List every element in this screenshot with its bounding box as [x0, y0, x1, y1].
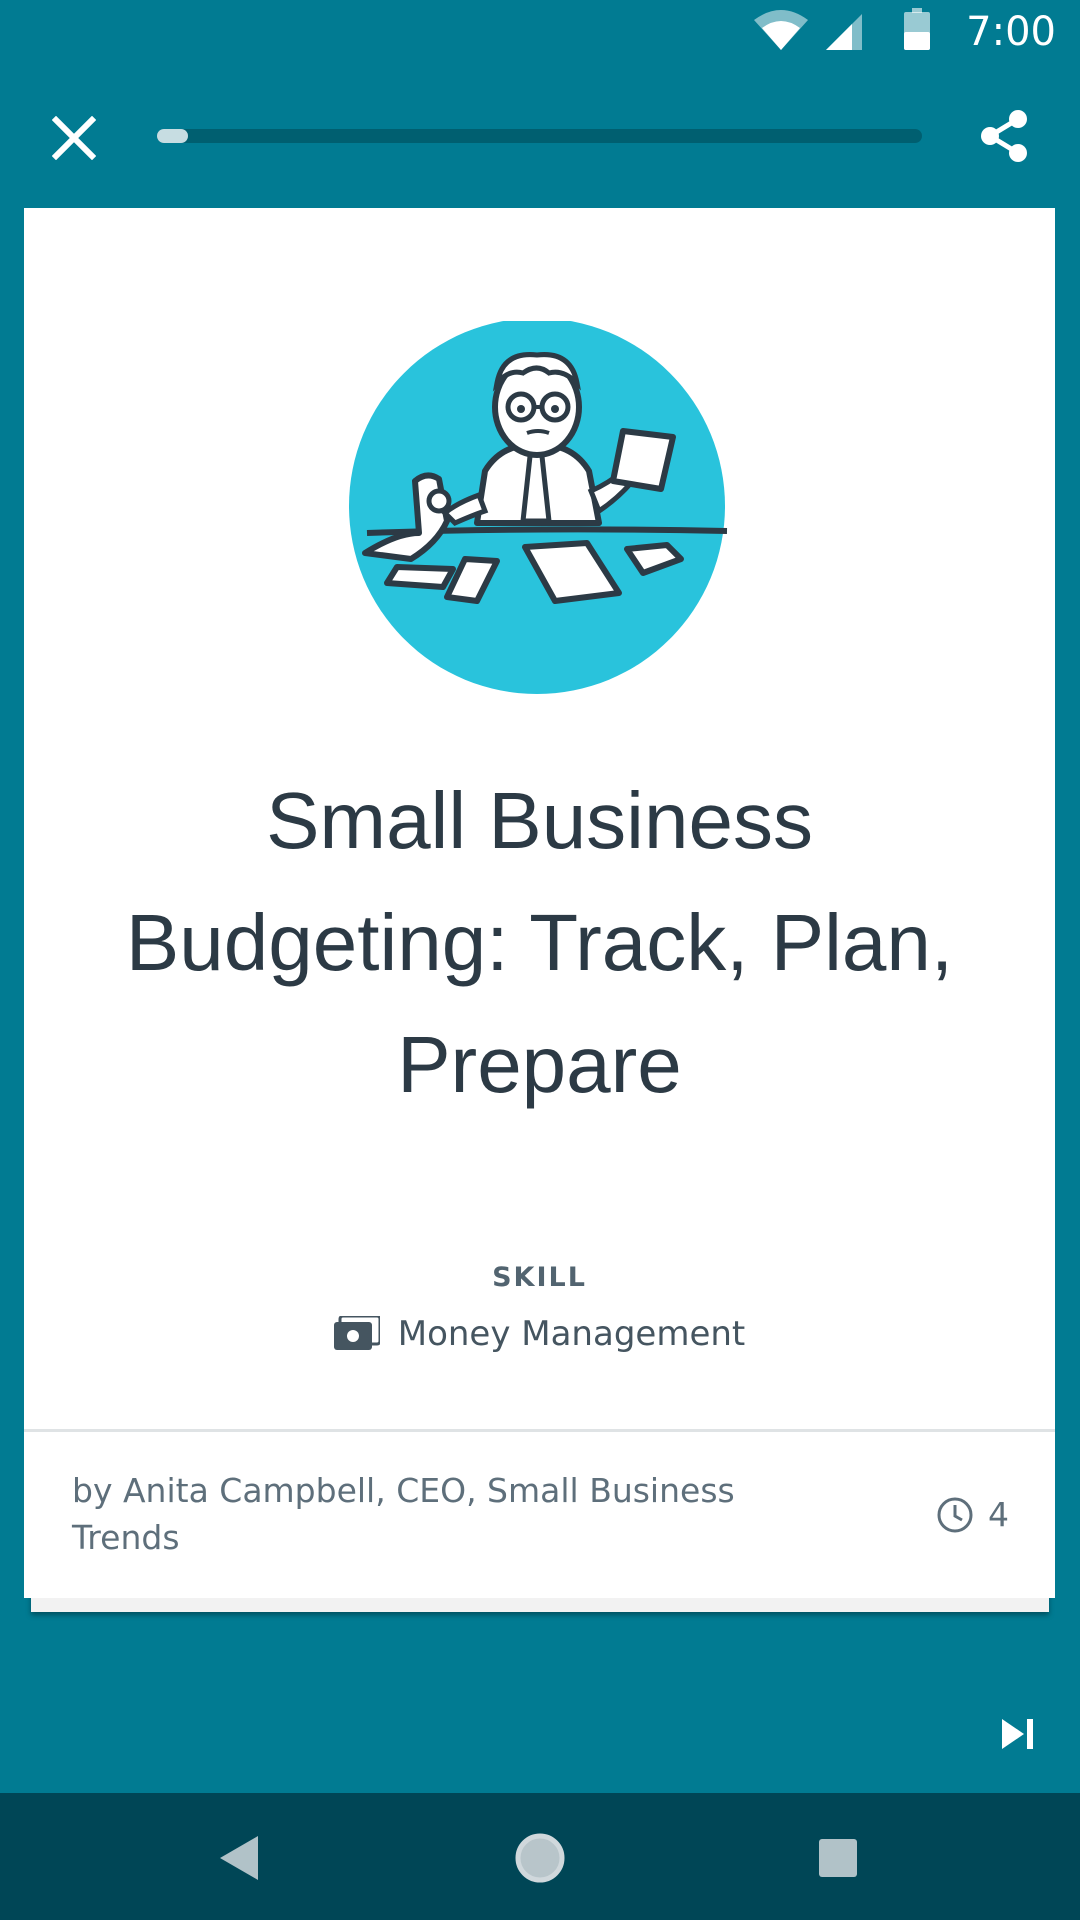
author-credit: by Anita Campbell, CEO, Small Business T… — [72, 1471, 735, 1557]
skip-next-button[interactable] — [986, 1702, 1050, 1766]
clock-icon — [937, 1497, 973, 1532]
worried-accountant-illustration — [349, 321, 728, 694]
skill-label: SKILL — [492, 1262, 587, 1293]
status-time: 7:00 — [966, 9, 1056, 55]
back-button[interactable] — [195, 1813, 285, 1903]
back-icon — [220, 1836, 258, 1880]
share-button[interactable] — [964, 96, 1044, 176]
skill-row: Money Management — [24, 1314, 1055, 1354]
money-icon — [333, 1316, 380, 1350]
navigation-bar — [0, 1793, 1080, 1920]
card-divider — [24, 1429, 1055, 1432]
close-icon — [52, 116, 96, 160]
status-bar: 7:00 — [0, 0, 1080, 63]
lesson-progress-fill — [157, 129, 188, 143]
recents-icon — [819, 1839, 857, 1877]
lesson-progress-bar — [157, 129, 922, 143]
lesson-card[interactable]: Small Business Budgeting: Track, Plan, P… — [24, 208, 1055, 1598]
app-screen: 7:00 Small Business Budgeting: Track, Pl… — [0, 0, 1080, 1920]
recents-button[interactable] — [793, 1813, 883, 1903]
lesson-title: Small Business Budgeting: Track, Plan, P… — [125, 776, 954, 1109]
duration-info: 4 — [936, 1495, 1009, 1534]
share-icon — [981, 110, 1027, 162]
skip-next-icon — [1002, 1719, 1033, 1749]
battery-icon — [904, 8, 930, 50]
close-button[interactable] — [34, 98, 114, 178]
skill-name: Money Management — [397, 1314, 746, 1354]
wifi-icon — [754, 10, 808, 50]
signal-icon — [826, 14, 862, 50]
home-button[interactable] — [495, 1813, 585, 1903]
home-icon — [515, 1833, 565, 1883]
duration-value: 4 — [988, 1495, 1009, 1534]
